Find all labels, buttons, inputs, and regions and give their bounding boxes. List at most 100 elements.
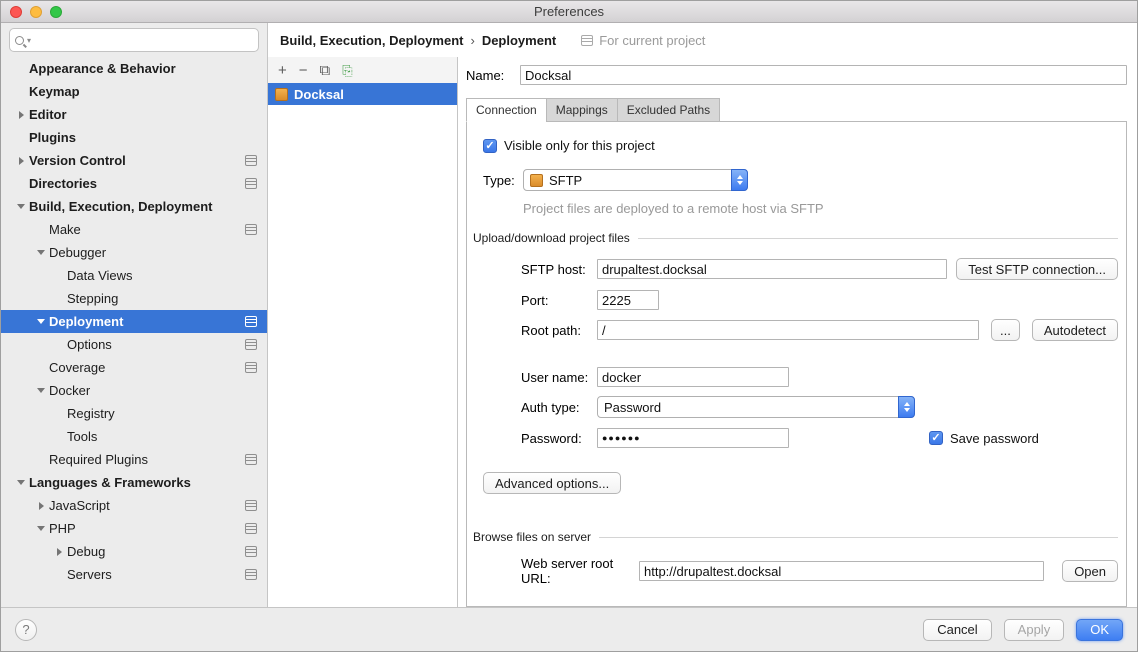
server-list-item[interactable]: Docksal bbox=[268, 83, 457, 105]
copy-server-icon[interactable]: ⧉ bbox=[320, 63, 331, 78]
expand-arrow-icon[interactable] bbox=[51, 548, 67, 556]
project-scope-icon bbox=[245, 178, 257, 189]
sidebar-item-tools[interactable]: Tools bbox=[1, 425, 267, 448]
scope-indicator: For current project bbox=[581, 33, 705, 48]
web-root-input[interactable] bbox=[639, 561, 1044, 581]
tab-bar: Connection Mappings Excluded Paths bbox=[466, 98, 1127, 122]
sidebar-item-docker[interactable]: Docker bbox=[1, 379, 267, 402]
sidebar-item-options[interactable]: Options bbox=[1, 333, 267, 356]
port-input[interactable] bbox=[597, 290, 659, 310]
checkbox-checked-icon: ✓ bbox=[929, 431, 943, 445]
save-password-checkbox[interactable]: ✓ Save password bbox=[929, 431, 1039, 446]
save-password-label: Save password bbox=[950, 431, 1039, 446]
expand-arrow-icon[interactable] bbox=[13, 111, 29, 119]
sidebar-item-stepping[interactable]: Stepping bbox=[1, 287, 267, 310]
apply-button[interactable]: Apply bbox=[1004, 619, 1065, 641]
sidebar-item-appearance-behavior[interactable]: Appearance & Behavior bbox=[1, 57, 267, 80]
combo-arrows-icon bbox=[731, 169, 748, 191]
type-select[interactable]: SFTP bbox=[523, 169, 748, 191]
search-icon bbox=[15, 36, 24, 45]
root-path-input[interactable] bbox=[597, 320, 979, 340]
password-input[interactable] bbox=[597, 428, 789, 448]
tab-excluded-paths[interactable]: Excluded Paths bbox=[617, 98, 720, 122]
visible-only-checkbox[interactable]: ✓ Visible only for this project bbox=[483, 138, 1118, 153]
import-server-icon[interactable]: ⎘ bbox=[342, 64, 352, 77]
sidebar-item-keymap[interactable]: Keymap bbox=[1, 80, 267, 103]
project-scope-icon bbox=[245, 339, 257, 350]
name-input[interactable] bbox=[520, 65, 1127, 85]
collapse-arrow-icon[interactable] bbox=[33, 388, 49, 393]
sidebar-item-servers[interactable]: Servers bbox=[1, 563, 267, 586]
sidebar-item-version-control[interactable]: Version Control bbox=[1, 149, 267, 172]
breadcrumb-separator: › bbox=[470, 33, 474, 48]
sidebar-item-debug[interactable]: Debug bbox=[1, 540, 267, 563]
sidebar-item-languages-frameworks[interactable]: Languages & Frameworks bbox=[1, 471, 267, 494]
sidebar-item-required-plugins[interactable]: Required Plugins bbox=[1, 448, 267, 471]
auth-type-select[interactable]: Password bbox=[597, 396, 915, 418]
port-label: Port: bbox=[521, 293, 597, 308]
upload-section-header: Upload/download project files bbox=[473, 231, 1118, 245]
root-path-label: Root path: bbox=[521, 323, 597, 338]
password-label: Password: bbox=[521, 431, 597, 446]
zoom-button[interactable] bbox=[50, 6, 62, 18]
settings-tree: Appearance & Behavior Keymap Editor Plug… bbox=[1, 57, 267, 607]
search-box[interactable]: ▾ bbox=[9, 28, 259, 52]
checkbox-checked-icon: ✓ bbox=[483, 139, 497, 153]
sidebar-item-deployment[interactable]: Deployment bbox=[1, 310, 267, 333]
search-options-caret-icon[interactable]: ▾ bbox=[27, 36, 31, 45]
auth-type-value: Password bbox=[604, 400, 892, 415]
sidebar-item-php[interactable]: PHP bbox=[1, 517, 267, 540]
collapse-arrow-icon[interactable] bbox=[13, 480, 29, 485]
collapse-arrow-icon[interactable] bbox=[13, 204, 29, 209]
deployment-form: Name: Connection Mappings Excluded Paths… bbox=[458, 57, 1137, 607]
sidebar-item-registry[interactable]: Registry bbox=[1, 402, 267, 425]
expand-arrow-icon[interactable] bbox=[13, 157, 29, 165]
add-server-button[interactable]: + bbox=[278, 63, 287, 78]
window-title: Preferences bbox=[534, 4, 604, 19]
collapse-arrow-icon[interactable] bbox=[33, 250, 49, 255]
remove-server-button[interactable]: − bbox=[299, 63, 308, 78]
project-scope-icon bbox=[245, 155, 257, 166]
test-sftp-connection-button[interactable]: Test SFTP connection... bbox=[956, 258, 1118, 280]
user-name-input[interactable] bbox=[597, 367, 789, 387]
sftp-host-label: SFTP host: bbox=[521, 262, 597, 277]
breadcrumb-section: Build, Execution, Deployment bbox=[280, 33, 463, 48]
type-help-text: Project files are deployed to a remote h… bbox=[523, 201, 1118, 216]
name-label: Name: bbox=[466, 68, 512, 83]
project-scope-icon bbox=[245, 569, 257, 580]
connection-tab-content: ✓ Visible only for this project Type: SF… bbox=[466, 121, 1127, 607]
sidebar-item-editor[interactable]: Editor bbox=[1, 103, 267, 126]
collapse-arrow-icon[interactable] bbox=[33, 526, 49, 531]
open-url-button[interactable]: Open bbox=[1062, 560, 1118, 582]
collapse-arrow-icon[interactable] bbox=[33, 319, 49, 324]
sidebar-item-coverage[interactable]: Coverage bbox=[1, 356, 267, 379]
search-input[interactable] bbox=[34, 33, 253, 48]
minimize-button[interactable] bbox=[30, 6, 42, 18]
sidebar-item-plugins[interactable]: Plugins bbox=[1, 126, 267, 149]
expand-arrow-icon[interactable] bbox=[33, 502, 49, 510]
sftp-server-icon bbox=[275, 88, 288, 101]
browse-root-path-button[interactable]: ... bbox=[991, 319, 1020, 341]
scope-label: For current project bbox=[599, 33, 705, 48]
sidebar-item-make[interactable]: Make bbox=[1, 218, 267, 241]
project-scope-icon bbox=[245, 362, 257, 373]
browse-section-header: Browse files on server bbox=[473, 530, 1118, 544]
sftp-host-input[interactable] bbox=[597, 259, 947, 279]
close-button[interactable] bbox=[10, 6, 22, 18]
ok-button[interactable]: OK bbox=[1076, 619, 1123, 641]
sidebar-item-data-views[interactable]: Data Views bbox=[1, 264, 267, 287]
sidebar-item-javascript[interactable]: JavaScript bbox=[1, 494, 267, 517]
type-value: SFTP bbox=[549, 173, 725, 188]
sidebar-item-debugger[interactable]: Debugger bbox=[1, 241, 267, 264]
sidebar-item-build-execution-deployment[interactable]: Build, Execution, Deployment bbox=[1, 195, 267, 218]
tab-connection[interactable]: Connection bbox=[466, 98, 547, 122]
tab-mappings[interactable]: Mappings bbox=[546, 98, 618, 122]
autodetect-button[interactable]: Autodetect bbox=[1032, 319, 1118, 341]
web-root-label: Web server root URL: bbox=[521, 556, 639, 586]
preferences-window: Preferences ▾ Appearance & Behavior Keym… bbox=[0, 0, 1138, 652]
help-button[interactable]: ? bbox=[15, 619, 37, 641]
advanced-options-button[interactable]: Advanced options... bbox=[483, 472, 621, 494]
title-bar: Preferences bbox=[1, 1, 1137, 23]
cancel-button[interactable]: Cancel bbox=[923, 619, 991, 641]
sidebar-item-directories[interactable]: Directories bbox=[1, 172, 267, 195]
